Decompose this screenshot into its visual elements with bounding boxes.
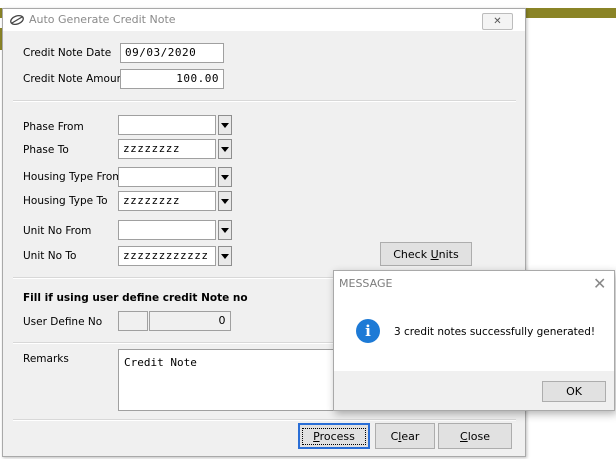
credit-note-amount-label: Credit Note Amount xyxy=(23,73,128,85)
credit-note-date-field[interactable]: 09/03/2020 xyxy=(120,43,224,63)
housing-type-to-label: Housing Type To xyxy=(23,195,108,207)
phase-from-label: Phase From xyxy=(23,121,84,133)
title-bar[interactable]: Auto Generate Credit Note ✕ xyxy=(3,9,525,31)
unit-no-to-field[interactable]: zzzzzzzzzzzz xyxy=(118,246,216,266)
phase-to-field[interactable]: zzzzzzzz xyxy=(118,139,216,159)
process-button[interactable]: Process xyxy=(298,423,370,449)
section-divider xyxy=(13,419,516,421)
unit-no-from-dropdown[interactable] xyxy=(218,220,232,240)
housing-type-from-dropdown[interactable] xyxy=(218,167,232,187)
app-icon xyxy=(10,14,24,26)
user-define-heading: Fill if using user define credit Note no xyxy=(23,292,248,304)
clear-button[interactable]: Clear xyxy=(375,423,435,449)
close-window-button[interactable]: ✕ xyxy=(482,13,513,30)
clear-label: Clear xyxy=(390,429,420,443)
dropdown-arrow-icon xyxy=(221,253,229,259)
housing-type-to-field[interactable]: zzzzzzzz xyxy=(118,191,216,211)
dropdown-arrow-icon xyxy=(221,198,229,204)
close-icon: ✕ xyxy=(493,16,502,27)
section-divider xyxy=(13,100,516,102)
remarks-textarea[interactable]: Credit Note xyxy=(118,349,340,411)
section-divider xyxy=(13,342,333,344)
window-title: Auto Generate Credit Note xyxy=(29,13,176,26)
housing-type-from-field[interactable] xyxy=(118,167,216,187)
close-button[interactable]: Close xyxy=(438,423,512,449)
user-define-no-label: User Define No xyxy=(23,316,103,328)
unit-no-to-label: Unit No To xyxy=(23,250,77,262)
phase-from-field[interactable] xyxy=(118,115,216,135)
phase-to-dropdown[interactable] xyxy=(218,139,232,159)
dropdown-arrow-icon xyxy=(221,122,229,128)
unit-no-from-label: Unit No From xyxy=(23,225,92,237)
housing-type-from-label: Housing Type From xyxy=(23,171,123,183)
dropdown-arrow-icon xyxy=(221,174,229,180)
ok-button[interactable]: OK xyxy=(542,381,606,402)
dropdown-arrow-icon xyxy=(221,146,229,152)
unit-no-from-field[interactable] xyxy=(118,220,216,240)
section-divider xyxy=(13,277,333,279)
remarks-label: Remarks xyxy=(23,353,69,365)
message-dialog: MESSAGE ✕ i 3 credit notes successfully … xyxy=(333,270,615,411)
user-define-no-field[interactable]: 0 xyxy=(149,311,231,331)
message-text: 3 credit notes successfully generated! xyxy=(394,326,596,338)
phase-from-dropdown[interactable] xyxy=(218,115,232,135)
user-define-prefix-field[interactable] xyxy=(118,311,148,331)
close-label: Close xyxy=(460,429,490,443)
credit-note-amount-field[interactable]: 100.00 xyxy=(120,69,224,89)
unit-no-to-dropdown[interactable] xyxy=(218,246,232,266)
message-close-icon[interactable]: ✕ xyxy=(593,274,606,293)
phase-to-label: Phase To xyxy=(23,144,69,156)
housing-type-to-dropdown[interactable] xyxy=(218,191,232,211)
dropdown-arrow-icon xyxy=(221,227,229,233)
check-units-label: Check Units xyxy=(393,247,459,261)
info-icon: i xyxy=(356,319,380,343)
process-label: Process xyxy=(302,427,366,445)
message-title: MESSAGE xyxy=(339,277,393,290)
credit-note-date-label: Credit Note Date xyxy=(23,47,112,59)
check-units-button[interactable]: Check Units xyxy=(380,242,472,266)
